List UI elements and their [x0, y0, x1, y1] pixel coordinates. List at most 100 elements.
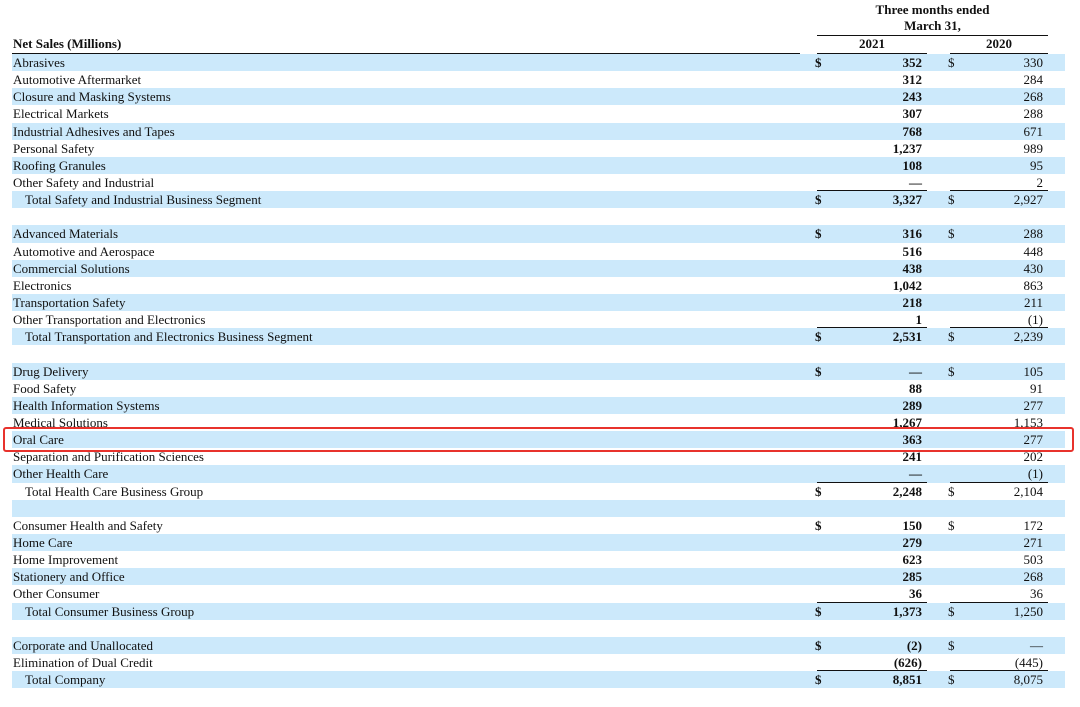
table-row: Other Transportation and Electronics 1 (1) — [12, 311, 1065, 328]
value-2020: 8,075 — [1013, 672, 1043, 688]
table-row: Elimination of Dual Credit (626) (445) — [12, 654, 1065, 671]
table-row: Drug Delivery $ $ —105 — [12, 362, 1065, 380]
value-2021: 36 — [909, 586, 922, 602]
highlight-box-oral-care — [3, 427, 1074, 452]
table-row: Home Care 279 271 — [12, 533, 1065, 552]
value-2021: 307 — [902, 106, 923, 122]
value-2021: 623 — [902, 552, 923, 568]
value-2021: 88 — [909, 380, 922, 396]
table-row: Advanced Materials $ $316 288 — [12, 225, 1065, 243]
table-row: Electrical Markets 307 288 — [12, 105, 1065, 122]
table-row: Automotive and Aerospace 516 448 — [12, 243, 1065, 260]
value-2020: 863 — [1023, 277, 1044, 293]
row-label: Other Consumer — [13, 586, 100, 602]
value-2021: (2) — [906, 637, 922, 653]
value-2020: 268 — [1023, 89, 1044, 105]
value-2021: 150 — [902, 517, 923, 533]
row-label: Total Health Care Business Group — [25, 483, 204, 499]
table-row: Abrasives $ $352 330 — [12, 54, 1065, 72]
row-label: Consumer Health and Safety — [13, 517, 163, 533]
row-label: Home Care — [13, 534, 73, 550]
value-2020: 105 — [1023, 363, 1044, 379]
row-label: Automotive Aftermarket — [13, 72, 142, 88]
value-2021: 768 — [902, 123, 923, 139]
value-2021: — — [909, 363, 922, 379]
value-2020: 2,927 — [1013, 192, 1043, 208]
value-2020: 2,104 — [1013, 483, 1043, 499]
spacer-row — [12, 208, 1065, 225]
row-label: Drug Delivery — [13, 363, 89, 379]
row-label: Home Improvement — [13, 552, 119, 568]
table-title: Net Sales (Millions) — [13, 36, 122, 51]
value-2020: 277 — [1023, 397, 1044, 413]
value-2020: (445) — [1014, 654, 1043, 670]
row-label: Advanced Materials — [13, 226, 119, 242]
table-row: Food Safety 88 91 — [12, 380, 1065, 397]
table-row: Other Safety and Industrial — 2 — [12, 174, 1065, 191]
value-2020: 989 — [1023, 140, 1044, 156]
value-2021: 8,851 — [892, 672, 922, 688]
row-label: Closure and Masking Systems — [13, 89, 171, 105]
value-2021: 1,373 — [892, 603, 922, 619]
value-2020: 91 — [1030, 380, 1043, 396]
value-2020: 271 — [1023, 534, 1044, 550]
row-label: Personal Safety — [13, 140, 95, 156]
row-label: Electronics — [13, 277, 72, 293]
table-row: Industrial Adhesives and Tapes 768 671 — [12, 122, 1065, 140]
value-2021: 243 — [902, 89, 923, 105]
row-label: Electrical Markets — [13, 106, 109, 122]
table-row: Consumer Health and Safety $ $150 172 — [12, 517, 1065, 534]
net-sales-table: Abrasives $ $352 330 Automotive Aftermarket 3… — [12, 54, 1065, 689]
period-date-header: March 31, — [904, 18, 961, 33]
value-2020: (1) — [1027, 466, 1043, 482]
table-row: Commercial Solutions 438 430 — [12, 259, 1065, 277]
value-2020: 172 — [1023, 517, 1044, 533]
table-row: Home Improvement 623 503 — [12, 551, 1065, 568]
value-2020: 448 — [1023, 243, 1044, 259]
value-2021: 279 — [902, 534, 923, 550]
total-row: Total Transportation and Electronics Bus… — [12, 327, 1065, 346]
value-2021: 516 — [902, 243, 923, 259]
row-label: Transportation Safety — [13, 294, 126, 310]
value-2020: 288 — [1023, 226, 1044, 242]
value-2021: (626) — [893, 654, 922, 670]
value-2020: 671 — [1023, 123, 1044, 139]
value-2020: 503 — [1023, 552, 1044, 568]
period-header: Three months ended — [875, 2, 990, 17]
value-2021: 2,531 — [892, 329, 922, 345]
table-row: Corporate and Unallocated $ $ (2) — — [12, 636, 1065, 654]
table-row: Automotive Aftermarket 312 284 — [12, 71, 1065, 88]
value-2021: — — [909, 174, 922, 190]
row-label: Health Information Systems — [13, 397, 160, 413]
column-header-2021: 2021 — [859, 36, 885, 51]
value-2020: 1,250 — [1013, 603, 1043, 619]
value-2021: 2,248 — [892, 483, 922, 499]
value-2021: 108 — [902, 157, 923, 173]
total-row: Total Company $ $8,851 8,075 — [12, 670, 1065, 689]
row-label: Total Company — [25, 672, 106, 688]
row-label: Abrasives — [13, 55, 65, 70]
value-2021: 1,042 — [892, 277, 922, 293]
value-2021: 3,327 — [892, 192, 922, 208]
value-2021: 1 — [915, 312, 923, 328]
value-2020: 95 — [1030, 157, 1043, 173]
table-row: Other Consumer 36 36 — [12, 585, 1065, 602]
value-2021: 285 — [902, 569, 923, 585]
row-label: Stationery and Office — [13, 569, 125, 585]
value-2021: — — [909, 466, 922, 482]
value-2020: 268 — [1023, 569, 1044, 585]
row-label: Other Transportation and Electronics — [13, 312, 206, 328]
row-label: Roofing Granules — [13, 157, 106, 173]
row-label: Industrial Adhesives and Tapes — [13, 123, 175, 139]
value-2021: 352 — [902, 55, 923, 70]
column-header-2020: 2020 — [986, 36, 1012, 51]
value-2020: 330 — [1023, 55, 1044, 70]
total-row: Total Safety and Industrial Business Seg… — [12, 190, 1065, 209]
table-row: Stationery and Office 285 268 — [12, 568, 1065, 586]
value-2020: 288 — [1023, 106, 1044, 122]
row-label: Food Safety — [13, 380, 77, 396]
row-label: Total Safety and Industrial Business Seg… — [25, 192, 262, 208]
row-label: Other Health Care — [13, 466, 109, 482]
value-2020: 430 — [1023, 260, 1044, 276]
row-label: Other Safety and Industrial — [13, 174, 155, 190]
